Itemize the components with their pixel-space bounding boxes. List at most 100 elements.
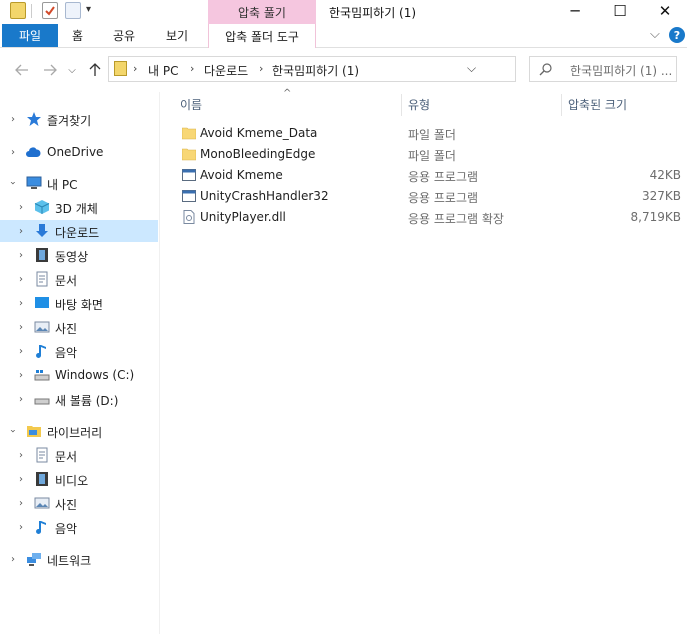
- nav-onedrive[interactable]: › OneDrive: [0, 141, 158, 163]
- file-row[interactable]: MonoBleedingEdge 파일 폴더: [175, 144, 687, 165]
- contextual-group-header: 압축 풀기: [208, 0, 316, 24]
- nav-lib-documents[interactable]: › 문서: [0, 444, 158, 466]
- column-header-compressed-size[interactable]: 압축된 크기: [568, 96, 627, 113]
- nav-label: 내 PC: [47, 178, 78, 192]
- nav-network[interactable]: › 네트워크: [0, 548, 158, 570]
- expand-chevron-icon[interactable]: ›: [16, 394, 26, 405]
- zip-folder-icon: [10, 2, 26, 19]
- nav-this-pc[interactable]: › 내 PC: [0, 172, 158, 194]
- expand-chevron-icon[interactable]: ›: [16, 250, 26, 261]
- download-arrow-icon: [36, 224, 48, 237]
- nav-videos[interactable]: › 동영상: [0, 244, 158, 266]
- nav-label: 새 볼륨 (D:): [55, 394, 119, 408]
- address-history-dropdown-icon[interactable]: ⌵: [467, 61, 476, 76]
- search-box[interactable]: 한국밈피하기 (1) ...: [529, 56, 677, 82]
- column-divider[interactable]: [561, 94, 562, 116]
- nav-label: 네트워크: [47, 554, 92, 568]
- close-button[interactable]: ✕: [642, 0, 687, 22]
- expand-chevron-icon[interactable]: ›: [8, 147, 18, 158]
- expand-chevron-icon[interactable]: ›: [16, 450, 26, 461]
- properties-icon[interactable]: [42, 2, 58, 19]
- address-bar[interactable]: › 내 PC › 다운로드 › 한국밈피하기 (1) ⌵: [108, 56, 616, 82]
- nav-lib-music[interactable]: › 음악: [0, 516, 158, 538]
- nav-lib-videos[interactable]: › 비디오: [0, 468, 158, 490]
- desktop-icon: [35, 297, 49, 308]
- windows-drive-icon: [34, 370, 50, 381]
- collapse-chevron-icon[interactable]: ›: [8, 426, 19, 436]
- new-folder-icon[interactable]: [65, 2, 81, 19]
- nav-quick-access[interactable]: › 즐겨찾기: [0, 108, 158, 130]
- film-icon: [36, 472, 48, 486]
- maximize-button[interactable]: ☐: [597, 0, 643, 22]
- breadcrumb-current-folder[interactable]: 한국밈피하기 (1): [272, 62, 359, 79]
- nav-label: 라이브러리: [47, 426, 103, 440]
- expand-chevron-icon[interactable]: ›: [16, 202, 26, 213]
- file-row[interactable]: Avoid Kmeme 응용 프로그램 42KB: [175, 165, 687, 186]
- file-row[interactable]: UnityPlayer.dll 응용 프로그램 확장 8,719KB: [175, 207, 687, 228]
- breadcrumb-downloads[interactable]: 다운로드: [204, 62, 248, 79]
- document-icon: [36, 271, 48, 287]
- nav-drive-d[interactable]: › 새 볼륨 (D:): [0, 388, 158, 410]
- tab-file[interactable]: 파일: [2, 24, 58, 47]
- expand-chevron-icon[interactable]: ›: [16, 298, 26, 309]
- picture-icon: [34, 321, 50, 333]
- nav-3d-objects[interactable]: › 3D 개체: [0, 196, 158, 218]
- nav-label: 동영상: [55, 250, 89, 264]
- nav-music[interactable]: › 음악: [0, 340, 158, 362]
- file-row[interactable]: UnityCrashHandler32 응용 프로그램 327KB: [175, 186, 687, 207]
- nav-downloads[interactable]: › 다운로드: [0, 220, 158, 242]
- up-arrow-icon: [89, 63, 101, 76]
- ribbon-tab-bar: 파일 홈 공유 보기 압축 폴더 도구 ⌵ ?: [0, 24, 687, 48]
- network-icon: [27, 553, 41, 566]
- picture-icon: [34, 497, 50, 509]
- tab-compressed-folder-tools[interactable]: 압축 폴더 도구: [208, 24, 316, 48]
- recent-locations-button[interactable]: ⌵: [62, 60, 82, 80]
- file-name: Avoid Kmeme: [200, 168, 283, 182]
- dll-icon: [183, 210, 195, 224]
- tab-share[interactable]: 공유: [113, 24, 135, 47]
- back-button[interactable]: [12, 60, 32, 80]
- up-button[interactable]: [85, 60, 105, 80]
- tab-home[interactable]: 홈: [72, 24, 83, 47]
- minimize-button[interactable]: ─: [552, 0, 598, 22]
- nav-desktop[interactable]: › 바탕 화면: [0, 292, 158, 314]
- expand-chevron-icon[interactable]: ›: [16, 474, 26, 485]
- expand-chevron-icon[interactable]: ›: [16, 346, 26, 357]
- breadcrumb-this-pc[interactable]: 내 PC: [148, 62, 178, 79]
- column-header-name[interactable]: 이름: [180, 96, 202, 113]
- expand-chevron-icon[interactable]: ›: [16, 322, 26, 333]
- nav-documents[interactable]: › 문서: [0, 268, 158, 290]
- nav-libraries[interactable]: › 라이브러리: [0, 420, 158, 442]
- nav-label: 사진: [55, 322, 78, 336]
- forward-button[interactable]: [40, 60, 60, 80]
- file-name: Avoid Kmeme_Data: [200, 126, 318, 140]
- nav-label: 음악: [55, 522, 78, 536]
- nav-label: 즐겨찾기: [47, 114, 92, 128]
- expand-chevron-icon[interactable]: ›: [8, 114, 18, 125]
- help-icon[interactable]: ?: [669, 27, 685, 43]
- column-divider[interactable]: [401, 94, 402, 116]
- nav-label: Windows (C:): [55, 368, 135, 382]
- column-header-type[interactable]: 유형: [408, 96, 430, 113]
- nav-pictures[interactable]: › 사진: [0, 316, 158, 338]
- nav-label: OneDrive: [47, 145, 104, 159]
- expand-chevron-icon[interactable]: ›: [16, 274, 26, 285]
- sort-ascending-icon: ^: [283, 88, 292, 99]
- expand-chevron-icon[interactable]: ›: [16, 522, 26, 533]
- file-row[interactable]: Avoid Kmeme_Data 파일 폴더: [175, 123, 687, 144]
- file-name: MonoBleedingEdge: [200, 147, 316, 161]
- tab-view[interactable]: 보기: [166, 24, 188, 47]
- cube-icon: [34, 200, 50, 214]
- qat-customize-icon[interactable]: ▾: [86, 4, 91, 15]
- search-icon: [539, 63, 552, 76]
- cloud-icon: [26, 147, 41, 157]
- ribbon-expand-icon[interactable]: ⌵: [650, 27, 660, 42]
- expand-chevron-icon[interactable]: ›: [16, 498, 26, 509]
- expand-chevron-icon[interactable]: ›: [16, 226, 26, 237]
- nav-lib-pictures[interactable]: › 사진: [0, 492, 158, 514]
- nav-drive-c[interactable]: › Windows (C:): [0, 364, 158, 386]
- collapse-chevron-icon[interactable]: ›: [8, 178, 19, 188]
- expand-chevron-icon[interactable]: ›: [8, 554, 18, 565]
- expand-chevron-icon[interactable]: ›: [16, 370, 26, 381]
- file-size: 42KB: [649, 168, 681, 182]
